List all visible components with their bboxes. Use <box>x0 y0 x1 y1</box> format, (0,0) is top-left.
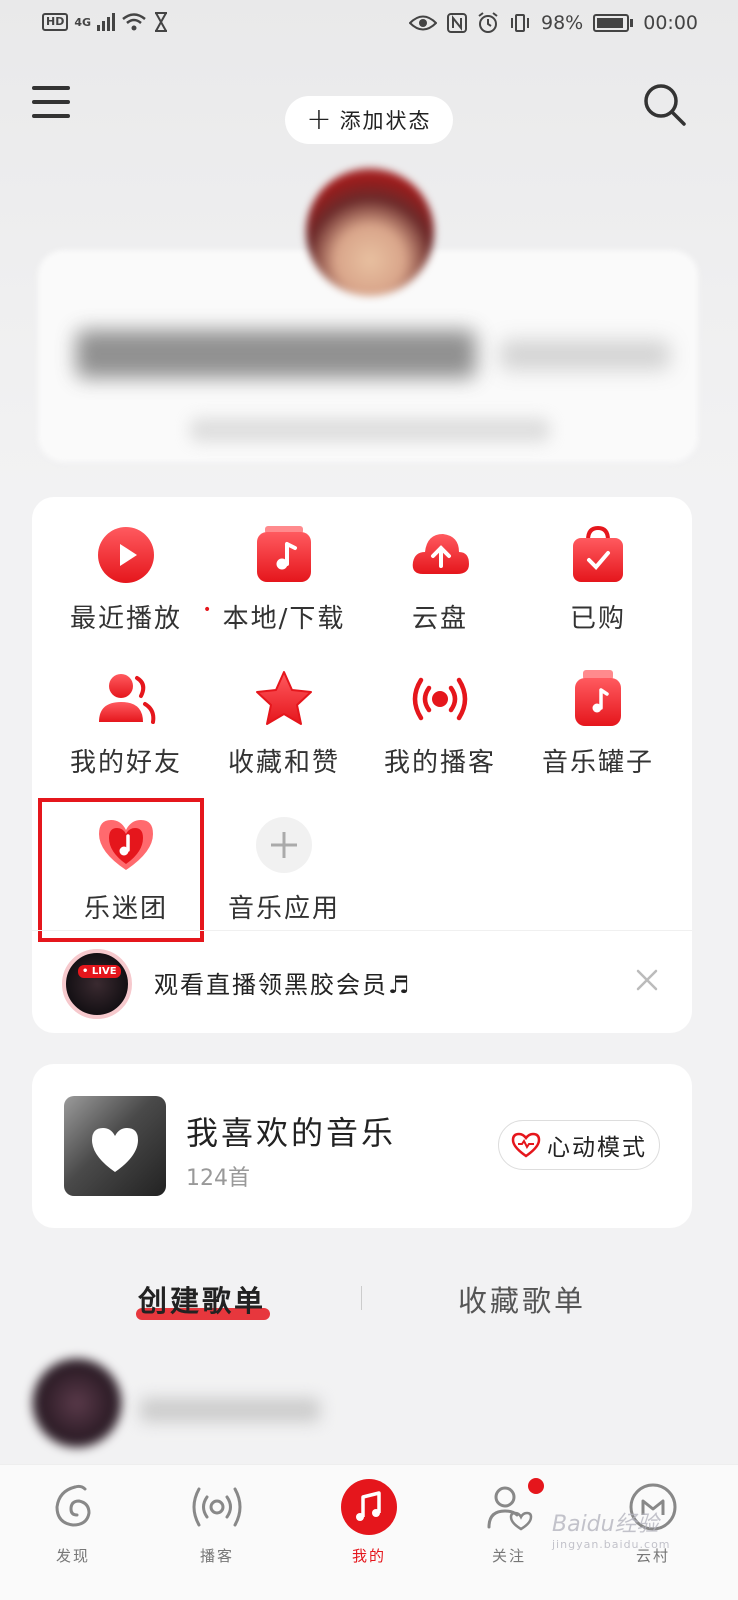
plus-icon: + <box>306 102 334 137</box>
tab-favorited-playlists[interactable]: 收藏歌单 <box>458 1278 586 1320</box>
eye-icon <box>409 15 437 31</box>
nickname-redacted <box>76 330 476 378</box>
tab-label: 收藏歌单 <box>458 1284 587 1318</box>
nav-mine[interactable]: 我的 <box>314 1479 424 1566</box>
podcast-icon <box>412 677 468 721</box>
tab-label: 创建歌单 <box>138 1284 267 1318</box>
cloud-upload-icon <box>412 534 469 574</box>
grid-label: 音乐应用 <box>227 894 340 924</box>
nav-label: 我的 <box>351 1547 386 1565</box>
grid-label: 收藏和赞 <box>227 748 340 778</box>
avatar[interactable] <box>306 168 434 296</box>
grid-label: 本地/下载 <box>222 604 346 634</box>
playlist-cover[interactable] <box>32 1358 122 1448</box>
grid-label: 已购 <box>569 604 626 634</box>
profile-stats-redacted <box>190 418 550 442</box>
grid-item-recent-play[interactable]: 最近播放 <box>46 524 206 635</box>
shopping-bag-icon <box>573 525 623 582</box>
nav-label: 播客 <box>199 1547 234 1565</box>
playlist-name-redacted <box>140 1398 320 1422</box>
clock: 00:00 <box>643 12 698 34</box>
discover-icon <box>55 1484 91 1527</box>
liked-music-cover <box>64 1096 166 1196</box>
grid-item-my-friends[interactable]: 我的好友 <box>46 668 206 779</box>
grid-item-favorites-likes[interactable]: 收藏和赞 <box>204 668 364 779</box>
grid-label: 我的好友 <box>69 748 182 778</box>
heart-icon <box>92 1128 138 1172</box>
tab-divider <box>361 1286 362 1310</box>
grid-item-local-download[interactable]: 本地/下载 <box>204 524 364 635</box>
notification-dot <box>528 1478 544 1494</box>
music-note-icon <box>341 1479 397 1535</box>
alarm-icon <box>478 12 498 33</box>
nav-label: 关注 <box>491 1547 526 1565</box>
hd-indicator: HD <box>42 13 69 31</box>
menu-icon[interactable] <box>32 86 70 118</box>
music-jar-icon <box>575 670 621 726</box>
watermark: Baidu经验 jingyan.baidu.com <box>552 1506 671 1551</box>
grid-item-music-apps[interactable]: 音乐应用 <box>204 814 364 925</box>
nav-follow[interactable]: 关注 <box>454 1479 564 1566</box>
live-avatar: • LIVE <box>62 949 132 1019</box>
vibrate-icon <box>511 14 529 32</box>
grid-item-purchased[interactable]: 已购 <box>518 524 678 635</box>
nav-label: 发现 <box>55 1547 90 1565</box>
heart-pulse-icon <box>511 1132 541 1158</box>
grid-label: 音乐罐子 <box>541 748 654 778</box>
grid-label: 我的播客 <box>383 748 496 778</box>
heart-mode-button[interactable]: 心动模式 <box>498 1120 660 1170</box>
battery-percent: 98% <box>541 12 584 34</box>
grid-label: 云盘 <box>411 604 468 634</box>
nav-discover[interactable]: 发现 <box>18 1479 128 1566</box>
level-redacted <box>500 340 670 370</box>
close-icon[interactable] <box>632 965 662 995</box>
play-circle-icon <box>98 527 154 583</box>
liked-music-card[interactable]: 我喜欢的音乐 124首 心动模式 <box>32 1064 692 1228</box>
add-status-label: 添加状态 <box>339 109 432 133</box>
status-bar: HD 4G 98% 00:00 <box>0 0 738 52</box>
liked-music-count: 124首 <box>186 1166 250 1191</box>
tab-created-playlists[interactable]: 创建歌单 <box>138 1278 266 1320</box>
music-box-icon <box>257 526 311 582</box>
nav-podcast[interactable]: 播客 <box>162 1479 272 1566</box>
live-banner[interactable]: • LIVE 观看直播领黑胶会员♬ <box>32 930 692 1030</box>
wifi-icon <box>122 13 146 31</box>
search-icon[interactable] <box>640 80 688 128</box>
podcast-icon <box>192 1487 242 1527</box>
nfc-icon <box>447 13 467 33</box>
battery-icon <box>593 14 630 32</box>
hourglass-icon <box>155 12 168 32</box>
live-badge: • LIVE <box>78 965 121 978</box>
highlight-box <box>38 798 204 942</box>
liked-music-title: 我喜欢的音乐 <box>186 1114 397 1152</box>
live-banner-text: 观看直播领黑胶会员♬ <box>154 971 412 999</box>
add-status-button[interactable]: + 添加状态 <box>285 96 453 144</box>
add-app-icon <box>256 817 312 873</box>
network-type: 4G <box>74 15 92 29</box>
heart-mode-label: 心动模式 <box>547 1135 647 1161</box>
signal-icon <box>97 13 116 31</box>
grid-item-cloud-disk[interactable]: 云盘 <box>360 524 520 635</box>
watermark-sub: jingyan.baidu.com <box>552 1538 671 1551</box>
grid-label: 最近播放 <box>69 604 182 634</box>
watermark-text: Baidu经验 <box>552 1512 659 1537</box>
star-icon <box>256 671 312 725</box>
friends-icon <box>99 674 156 724</box>
grid-item-music-jar[interactable]: 音乐罐子 <box>518 668 678 779</box>
grid-item-my-podcast[interactable]: 我的播客 <box>360 668 520 779</box>
